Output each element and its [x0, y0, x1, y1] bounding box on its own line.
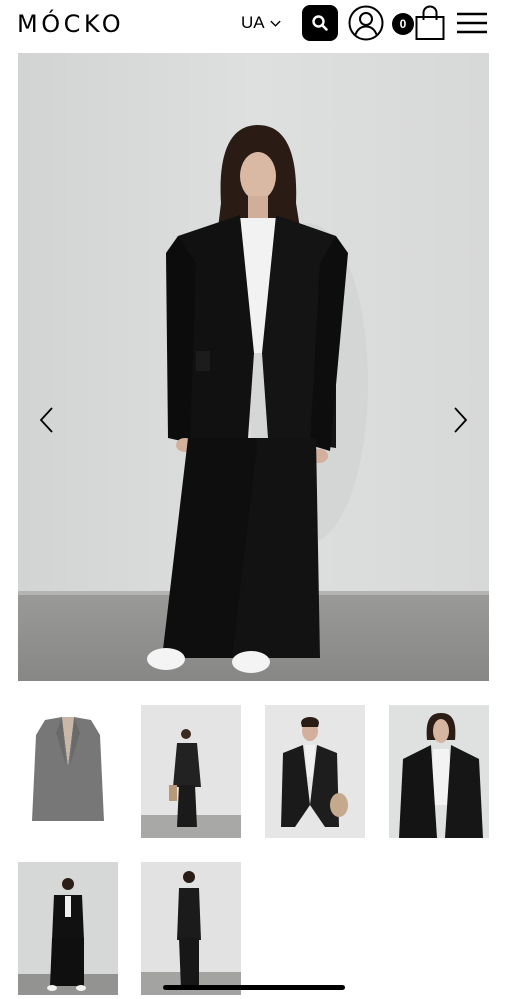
- thumbnail-full-body-front[interactable]: [18, 862, 118, 995]
- thumbnail-full-body-bag[interactable]: [141, 705, 241, 838]
- main-product-image[interactable]: [18, 53, 489, 681]
- cart-count-badge: 0: [392, 13, 414, 35]
- home-indicator: [163, 985, 345, 990]
- model-in-black-suit-photo: [18, 53, 489, 681]
- model-full-body-front-image: [18, 862, 118, 995]
- menu-button[interactable]: [455, 10, 489, 36]
- chevron-down-icon: [269, 20, 281, 27]
- search-icon: [312, 15, 328, 31]
- site-header: MÓCKO UA 0: [0, 0, 506, 48]
- account-button[interactable]: [348, 5, 384, 41]
- chevron-right-icon[interactable]: [450, 405, 470, 435]
- model-full-body-image: [141, 705, 241, 838]
- model-full-body-side-image: [141, 862, 241, 995]
- cart-button[interactable]: [414, 5, 446, 41]
- search-button[interactable]: [302, 5, 338, 41]
- user-icon: [348, 5, 384, 41]
- blazer-flat-image: [18, 705, 118, 838]
- model-front-closeup-image: [389, 705, 489, 838]
- model-closeup-image: [265, 705, 365, 838]
- thumbnail-blazer-front[interactable]: [389, 705, 489, 838]
- language-selector[interactable]: UA: [241, 13, 282, 33]
- thumbnail-blazer-closeup-bag[interactable]: [265, 705, 365, 838]
- brand-logo[interactable]: MÓCKO: [17, 10, 124, 38]
- chevron-left-icon[interactable]: [37, 405, 57, 435]
- hamburger-menu-icon: [457, 12, 487, 34]
- thumbnail-full-body-side[interactable]: [141, 862, 241, 995]
- shopping-bag-icon: [415, 5, 445, 40]
- thumbnail-blazer-flat-lay[interactable]: [18, 705, 118, 838]
- language-label: UA: [241, 13, 265, 32]
